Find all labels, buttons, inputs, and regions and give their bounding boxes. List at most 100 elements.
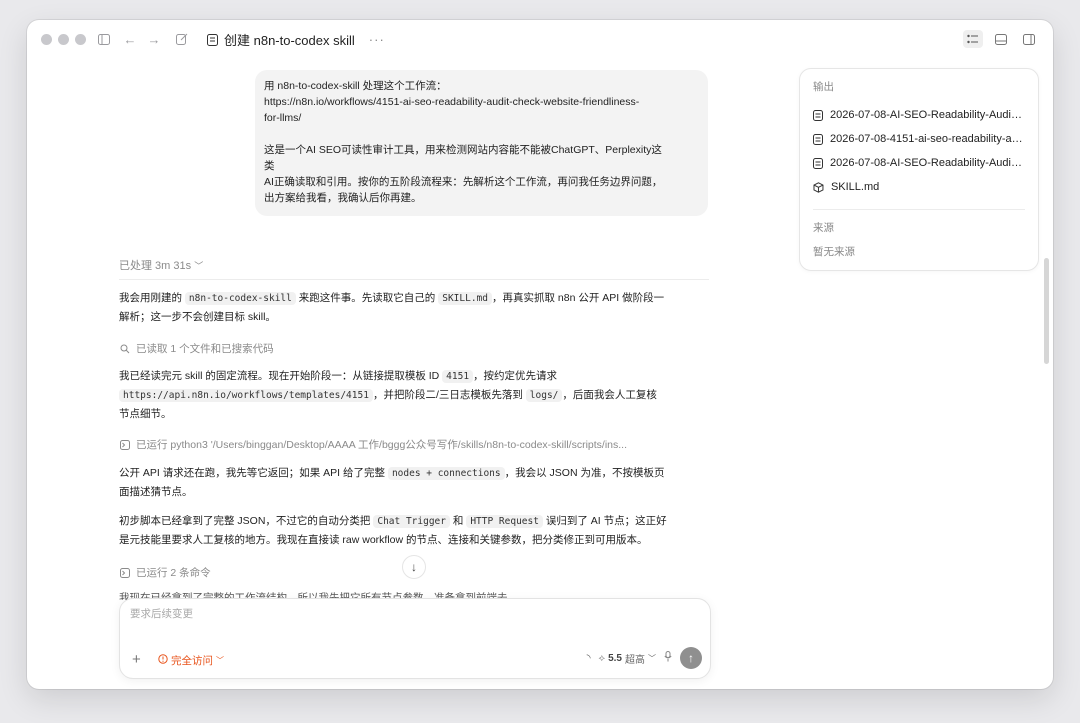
msg-text: ，按约定优先请求: [473, 370, 558, 382]
inline-code: logs/: [525, 389, 563, 402]
user-message-line: AI正确读取和引用。按你的五阶段流程来：先解析这个工作流，再问我任务边界问题，: [264, 176, 663, 188]
send-button[interactable]: ↑: [680, 647, 702, 669]
outline-toggle-icon[interactable]: [963, 30, 983, 48]
chevron-down-icon: ﹀: [194, 261, 204, 271]
forward-arrow-icon[interactable]: →: [145, 30, 163, 48]
msg-text: 我会用刚建的: [119, 292, 185, 304]
composer: + 完全访问 ﹀ ◝ ⟡ 5.5 超高 ﹀ ↑: [119, 598, 711, 679]
terminal-icon: [119, 567, 130, 578]
assistant-message: 初步脚本已经拿到了完整 JSON，不过它的自动分类把 Chat Trigger …: [119, 512, 713, 549]
msg-text: 是元技能里要求人工复核的地方。我现在直接读 raw workflow 的节点、连…: [119, 534, 648, 546]
toolbar-right: [963, 30, 1039, 48]
output-file-item[interactable]: 2026-07-08-AI-SEO-Readability-Audit-plan…: [813, 151, 1025, 175]
window-controls: [41, 34, 86, 45]
chevron-down-icon: ﹀: [216, 656, 224, 665]
msg-text: 解析；这一步不会创建目标 skill。: [119, 311, 276, 323]
arrow-down-icon: ↓: [411, 560, 417, 574]
loading-spinner-icon: ◝: [586, 652, 591, 664]
msg-text: ，后面我会人工复核: [562, 389, 657, 401]
msg-text: ，我会以 JSON 为准，不按模板页: [504, 467, 665, 479]
inline-code: n8n-to-codex-skill: [184, 292, 296, 305]
inline-code: Chat Trigger: [373, 515, 450, 528]
assistant-message: 公开 API 请求还在跑，我先等它返回；如果 API 给了完整 nodes + …: [119, 464, 713, 501]
search-icon: [119, 343, 130, 354]
microphone-icon[interactable]: [664, 651, 672, 665]
access-mode-label: 完全访问: [171, 655, 213, 667]
msg-text: ，并把阶段二/三日志模板先落到: [372, 389, 526, 401]
document-title: 创建 n8n-to-codex skill ···: [207, 30, 385, 49]
output-file-item[interactable]: SKILL.md: [813, 175, 1025, 199]
new-chat-icon[interactable]: [173, 30, 191, 48]
msg-text: 误归到了 AI 节点；这正好: [542, 515, 667, 527]
file-icon: [813, 109, 823, 121]
activity-label: 已运行 2 条命令: [136, 567, 211, 579]
msg-text: 和: [449, 515, 467, 527]
file-name: SKILL.md: [830, 181, 880, 193]
app-window: ← → 创建 n8n-to-codex skill ··· 用 n8n-to-c…: [27, 20, 1053, 689]
activity-label: 已读取 1 个文件和已搜索代码: [136, 343, 274, 355]
document-icon: [207, 33, 218, 46]
msg-text: ，再真实抓取 n8n 公开 API 做阶段一: [491, 292, 665, 304]
processed-duration[interactable]: 已处理 3m 31s ﹀: [119, 257, 709, 280]
tool-activity-run[interactable]: 已运行 python3 '/Users/binggan/Desktop/AAAA…: [119, 437, 719, 452]
output-file-item[interactable]: 2026-07-08-AI-SEO-Readability-Audit-Chec…: [813, 103, 1025, 127]
file-name: 2026-07-08-AI-SEO-Readability-Audit-Chec…: [830, 109, 1025, 121]
tool-activity-read[interactable]: 已读取 1 个文件和已搜索代码: [119, 341, 274, 356]
back-arrow-icon[interactable]: ←: [121, 30, 139, 48]
close-window-button[interactable]: [41, 34, 52, 45]
output-heading: 输出: [813, 81, 834, 93]
msg-text: 节点细节。: [119, 408, 172, 420]
inline-code: nodes + connections: [387, 467, 505, 480]
output-file-item[interactable]: 2026-07-08-4151-ai-seo-readability-audit…: [813, 127, 1025, 151]
file-name: 2026-07-08-AI-SEO-Readability-Audit-plan…: [830, 157, 1025, 169]
user-message-line: 出方案给我看，我确认后你再建。: [264, 192, 422, 204]
file-name: 2026-07-08-4151-ai-seo-readability-audit…: [830, 133, 1025, 145]
processed-label: 已处理 3m 31s: [119, 260, 192, 272]
assistant-message: 我已经读完元 skill 的固定流程。现在开始阶段一：从链接提取模板 ID 41…: [119, 367, 713, 423]
user-message-line: 这是一个AI SEO可读性审计工具，用来检测网站内容能不能被ChatGPT、Pe…: [264, 144, 662, 156]
terminal-panel-icon[interactable]: [991, 30, 1011, 48]
user-message-line: 类: [264, 160, 275, 172]
title-bar: ← → 创建 n8n-to-codex skill ···: [27, 20, 1053, 58]
composer-controls: ◝ ⟡ 5.5 超高 ﹀ ↑: [587, 647, 702, 669]
activity-label: 已运行 python3 '/Users/binggan/Desktop/AAAA…: [136, 439, 628, 451]
right-panel-icon[interactable]: [1019, 30, 1039, 48]
minimize-window-button[interactable]: [58, 34, 69, 45]
model-version: 5.5: [608, 652, 622, 664]
inline-code: SKILL.md: [438, 292, 492, 305]
divider: [813, 209, 1025, 210]
more-options-icon[interactable]: ···: [369, 32, 385, 47]
access-mode-dropdown[interactable]: 完全访问 ﹀: [158, 653, 224, 668]
file-icon: [813, 157, 823, 169]
msg-text: 来跑这件事。先读取它自己的: [295, 292, 439, 304]
effort-level: 超高: [625, 654, 645, 666]
source-heading: 来源: [813, 222, 834, 234]
msg-text: 面描述猜节点。: [119, 486, 193, 498]
msg-text: 初步脚本已经拿到了完整 JSON，不过它的自动分类把: [119, 515, 374, 527]
terminal-icon: [119, 439, 130, 450]
msg-text: 公开 API 请求还在跑，我先等它返回；如果 API 给了完整: [119, 467, 388, 479]
inline-code: https://api.n8n.io/workflows/templates/4…: [119, 389, 373, 402]
follow-up-input[interactable]: [128, 607, 692, 621]
scrollbar[interactable]: [1044, 258, 1049, 364]
user-message-line: 用 n8n-to-codex-skill 处理这个工作流：: [264, 80, 447, 92]
model-icon: ⟡: [598, 652, 606, 664]
model-selector[interactable]: ⟡ 5.5 超高 ﹀: [598, 651, 656, 666]
tool-activity-commands[interactable]: 已运行 2 条命令: [119, 565, 211, 580]
warning-icon: [158, 654, 168, 667]
sidebar-toggle-icon[interactable]: [95, 30, 113, 48]
maximize-window-button[interactable]: [75, 34, 86, 45]
inline-code: HTTP Request: [466, 515, 543, 528]
arrow-up-icon: ↑: [688, 651, 694, 665]
source-empty-state: 暂无来源: [813, 246, 855, 258]
msg-text: 我已经读完元 skill 的固定流程。现在开始阶段一：从链接提取模板 ID: [119, 370, 443, 382]
inline-code: 4151: [442, 370, 474, 383]
user-message-link[interactable]: https://n8n.io/workflows/4151-ai-seo-rea…: [264, 94, 699, 110]
scroll-to-bottom-button[interactable]: ↓: [402, 555, 426, 579]
skill-package-icon: [813, 181, 824, 193]
add-attachment-icon[interactable]: +: [132, 651, 141, 668]
user-message: 用 n8n-to-codex-skill 处理这个工作流： https://n8…: [255, 70, 708, 216]
user-message-link-cont[interactable]: for-llms/: [264, 110, 699, 126]
file-icon: [813, 133, 823, 145]
window-title: 创建 n8n-to-codex skill: [224, 33, 355, 48]
